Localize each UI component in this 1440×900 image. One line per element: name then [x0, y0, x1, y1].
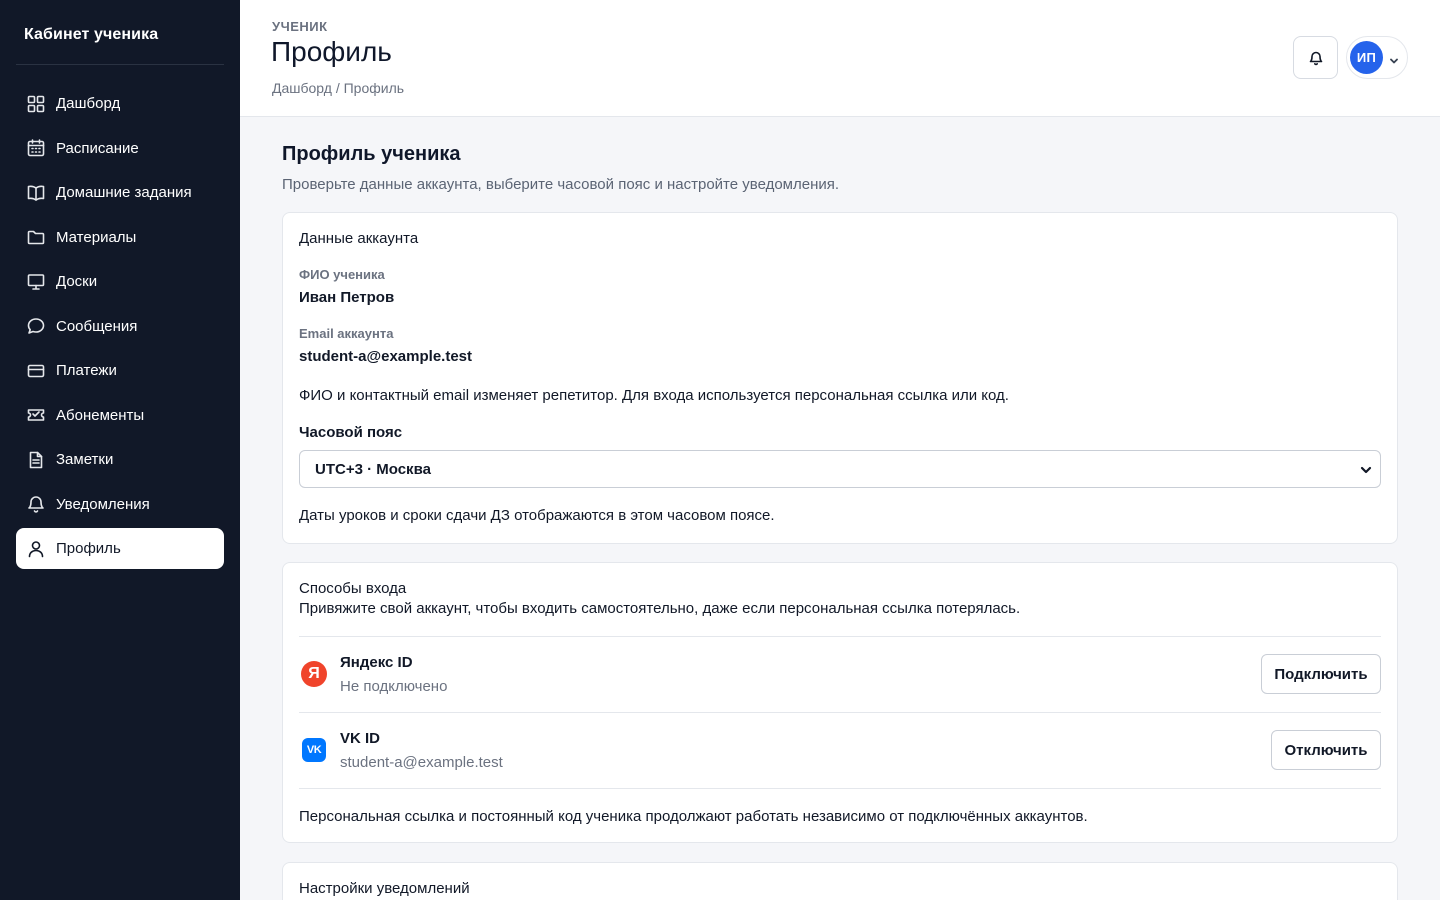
notifications-button[interactable] [1293, 36, 1338, 79]
sidebar-item-label: Профиль [56, 540, 121, 557]
sidebar-item-notifications[interactable]: Уведомления [16, 484, 224, 525]
account-card-title: Данные аккаунта [299, 230, 419, 247]
message-icon [26, 316, 46, 336]
sidebar-item-subscriptions[interactable]: Абонементы [16, 395, 224, 436]
account-note: ФИО и контактный email изменяет репетито… [299, 387, 1009, 404]
account-card: Данные аккаунта ФИО ученика Иван Петров … [282, 212, 1398, 544]
folder-icon [26, 227, 46, 247]
board-icon [26, 272, 46, 292]
sidebar-nav: Дашборд Расписание Домашние задания Мате… [16, 83, 224, 573]
page-header: УЧЕНИК Профиль Дашборд / Профиль ИП [240, 0, 1440, 117]
timezone-hint: Даты уроков и сроки сдачи ДЗ отображаютс… [299, 507, 775, 524]
sidebar-item-dashboard[interactable]: Дашборд [16, 83, 224, 124]
sidebar-item-materials[interactable]: Материалы [16, 217, 224, 258]
email-value: student-a@example.test [299, 348, 473, 365]
disconnect-vk-button[interactable]: Отключить [1271, 730, 1381, 770]
name-label: ФИО ученика [299, 267, 385, 282]
user-icon [26, 539, 46, 559]
book-icon [26, 183, 46, 203]
chevron-down-icon [1360, 463, 1372, 475]
login-card-footer: Персональная ссылка и постоянный код уче… [299, 808, 1088, 825]
sidebar-brand: Кабинет ученика [24, 26, 159, 43]
sidebar-item-label: Материалы [56, 228, 137, 246]
email-label: Email аккаунта [299, 326, 394, 341]
bell-icon [26, 494, 46, 514]
login-card-subtitle: Привяжите свой аккаунт, чтобы входить са… [299, 600, 1021, 617]
sidebar: Кабинет ученика Дашборд Расписание Домаш… [0, 0, 240, 900]
timezone-label: Часовой пояс [299, 424, 403, 441]
ticket-icon [26, 405, 46, 425]
sidebar-item-label: Заметки [56, 451, 114, 468]
credit-card-icon [26, 361, 46, 381]
notification-settings-card: Настройки уведомлений [282, 862, 1398, 900]
sidebar-item-label: Доски [56, 273, 98, 290]
sidebar-item-boards[interactable]: Доски [16, 261, 224, 302]
sidebar-item-notes[interactable]: Заметки [16, 439, 224, 480]
section-title: Профиль ученика [282, 143, 461, 165]
connect-yandex-button[interactable]: Подключить [1261, 654, 1381, 694]
vk-logo-icon: VK [302, 738, 326, 762]
provider-status: student-a@example.test [340, 754, 503, 771]
provider-status: Не подключено [340, 678, 448, 695]
sidebar-item-label: Уведомления [56, 495, 150, 513]
sidebar-item-label: Расписание [56, 139, 139, 157]
sidebar-item-label: Абонементы [56, 406, 145, 424]
dashboard-icon [26, 94, 46, 114]
name-value: Иван Петров [299, 289, 395, 306]
timezone-select[interactable]: UTC+3 · Москва [299, 450, 1381, 488]
section-subtitle: Проверьте данные аккаунта, выберите часо… [282, 176, 840, 193]
chevron-down-icon [1389, 53, 1399, 63]
sidebar-divider [16, 64, 224, 65]
notes-icon [26, 450, 46, 470]
timezone-selected-value: UTC+3 · Москва [315, 460, 431, 478]
sidebar-item-label: Платежи [56, 362, 117, 379]
avatar: ИП [1350, 41, 1383, 74]
login-card-title: Способы входа [299, 580, 407, 597]
breadcrumb[interactable]: Дашборд / Профиль [272, 80, 404, 96]
provider-name: Яндекс ID [340, 654, 413, 671]
sidebar-item-payments[interactable]: Платежи [16, 350, 224, 391]
sidebar-item-schedule[interactable]: Расписание [16, 128, 224, 169]
login-methods-card: Способы входа Привяжите свой аккаунт, чт… [282, 562, 1398, 843]
divider [299, 636, 1381, 637]
sidebar-item-messages[interactable]: Сообщения [16, 306, 224, 347]
sidebar-item-profile[interactable]: Профиль [16, 528, 224, 569]
yandex-logo-icon: Я [301, 661, 327, 687]
bell-icon [1309, 51, 1322, 65]
calendar-icon [26, 138, 46, 158]
sidebar-item-label: Дашборд [56, 95, 121, 112]
notification-card-title: Настройки уведомлений [299, 880, 470, 897]
sidebar-item-homework[interactable]: Домашние задания [16, 172, 224, 213]
provider-name: VK ID [340, 730, 381, 747]
divider [299, 788, 1381, 789]
page-eyebrow: УЧЕНИК [272, 19, 328, 34]
user-menu-button[interactable]: ИП [1346, 36, 1408, 79]
divider [299, 712, 1381, 713]
sidebar-item-label: Домашние задания [56, 184, 192, 201]
sidebar-item-label: Сообщения [56, 317, 138, 335]
page-title: Профиль [271, 36, 392, 67]
